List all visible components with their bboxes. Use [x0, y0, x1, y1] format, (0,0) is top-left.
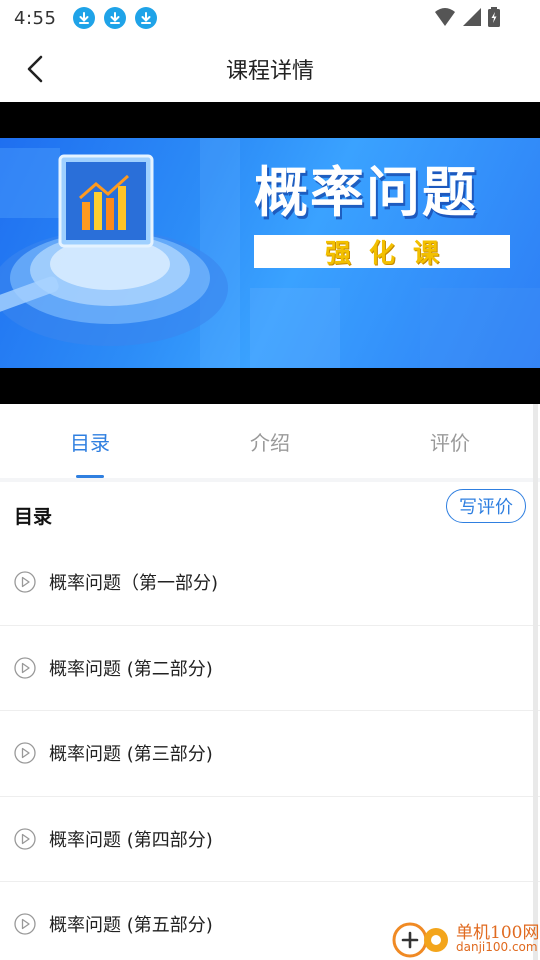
- catalog-title: 目录: [14, 506, 53, 528]
- lesson-label: 概率问题（第一部分): [49, 573, 219, 595]
- play-icon: [14, 828, 36, 850]
- status-bar: 4:55: [0, 0, 540, 36]
- battery-icon: [488, 7, 500, 31]
- download-icon: [104, 7, 127, 29]
- watermark-logo-icon: [392, 922, 448, 958]
- write-review-button[interactable]: 写评价: [446, 489, 526, 523]
- scrollbar[interactable]: [533, 404, 538, 960]
- app-header: 课程详情: [0, 36, 540, 102]
- status-time: 4:55: [14, 7, 57, 29]
- download-icon: [135, 7, 158, 29]
- banner-title: 概率问题: [254, 161, 478, 224]
- page-title: 课程详情: [225, 59, 314, 84]
- play-icon: [14, 657, 36, 679]
- watermark-url: danji100.com: [456, 940, 538, 954]
- wifi-icon: [434, 7, 456, 31]
- lesson-label: 概率问题 (第三部分): [49, 744, 213, 766]
- course-banner: 概率问题 强化课: [0, 138, 540, 368]
- banner-subtitle: 强化课: [324, 239, 457, 269]
- status-indicators: [434, 7, 500, 31]
- video-player[interactable]: 概率问题 强化课: [0, 102, 540, 404]
- lesson-list: 概率问题（第一部分) 概率问题 (第二部分) 概率问题 (第三部分) 概率问题 …: [0, 540, 540, 960]
- play-icon: [14, 742, 36, 764]
- play-icon: [14, 913, 36, 935]
- lesson-item[interactable]: 概率问题 (第三部分): [0, 711, 540, 797]
- tab-reviews[interactable]: 评价: [360, 404, 540, 478]
- banner-subtitle-box: 强化课: [254, 235, 510, 269]
- download-icon: [73, 7, 96, 29]
- lesson-label: 概率问题 (第二部分): [49, 658, 213, 680]
- catalog-header: 目录 写评价: [0, 482, 540, 542]
- back-button[interactable]: [18, 52, 52, 86]
- lesson-label: 概率问题 (第四部分): [49, 829, 213, 851]
- lesson-label: 概率问题 (第五部分): [49, 915, 213, 937]
- watermark: 单机100网 danji100.com: [392, 916, 540, 960]
- signal-icon: [462, 7, 482, 31]
- lesson-item[interactable]: 概率问题 (第二部分): [0, 626, 540, 711]
- tab-intro[interactable]: 介绍: [180, 404, 360, 478]
- lesson-item[interactable]: 概率问题（第一部分): [0, 540, 540, 626]
- course-tabs: 目录 介绍 评价: [0, 404, 540, 478]
- lesson-item[interactable]: 概率问题 (第四部分): [0, 797, 540, 882]
- play-icon: [14, 571, 36, 593]
- tab-catalog[interactable]: 目录: [0, 404, 180, 478]
- chevron-left-icon: [27, 55, 43, 83]
